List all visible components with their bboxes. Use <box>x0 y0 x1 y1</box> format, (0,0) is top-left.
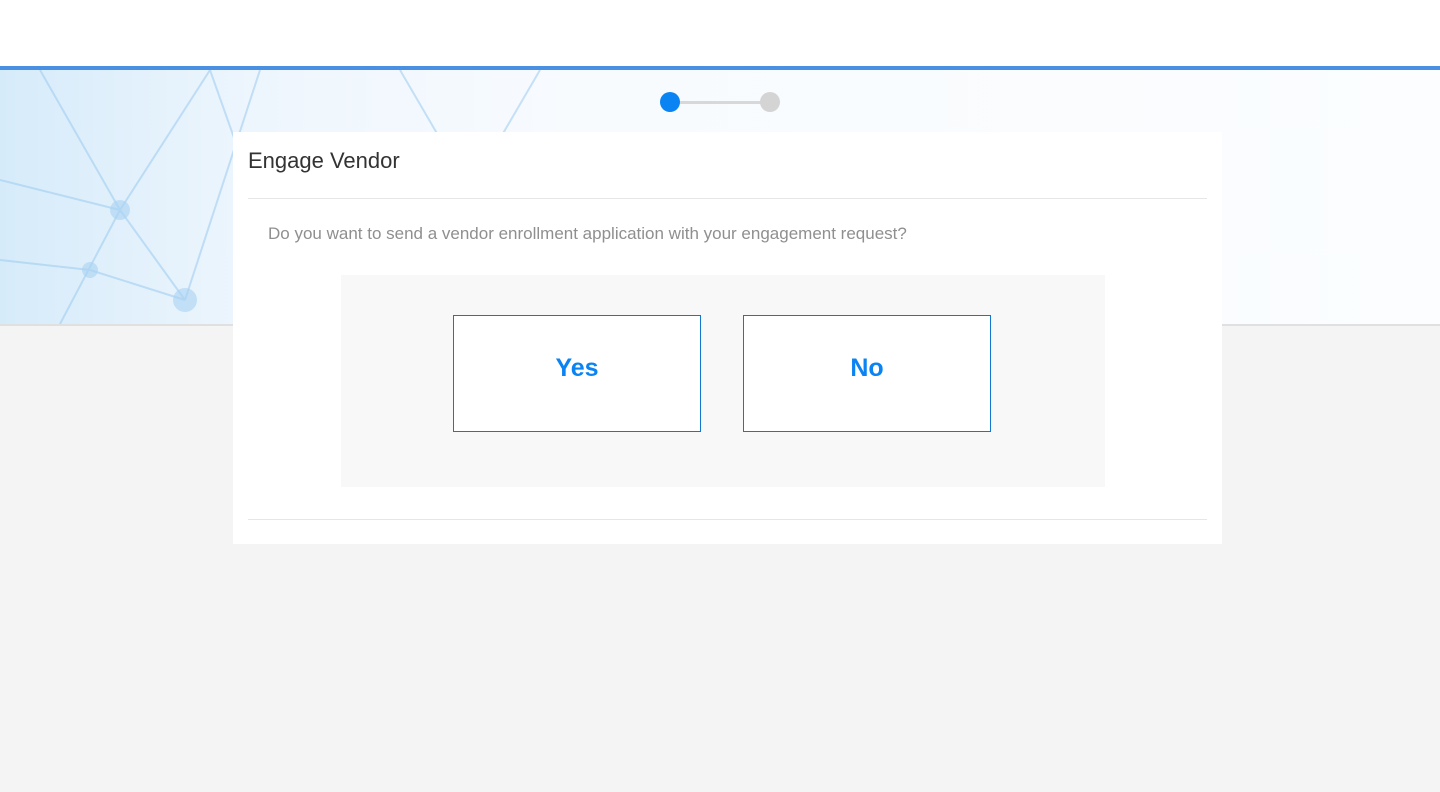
yes-button[interactable]: Yes <box>453 315 701 432</box>
question-text: Do you want to send a vendor enrollment … <box>268 224 907 243</box>
choice-panel: Yes No <box>341 275 1105 487</box>
step-1-indicator <box>660 92 680 112</box>
step-2-indicator <box>760 92 780 112</box>
no-button[interactable]: No <box>743 315 991 432</box>
footer-divider <box>248 519 1207 520</box>
title-divider <box>248 198 1207 199</box>
page-title: Engage Vendor <box>248 148 400 173</box>
engage-vendor-card: Engage Vendor Do you want to send a vend… <box>233 132 1222 544</box>
top-header-bar <box>0 0 1440 66</box>
stepper-connector <box>670 101 770 104</box>
progress-stepper <box>660 92 780 112</box>
